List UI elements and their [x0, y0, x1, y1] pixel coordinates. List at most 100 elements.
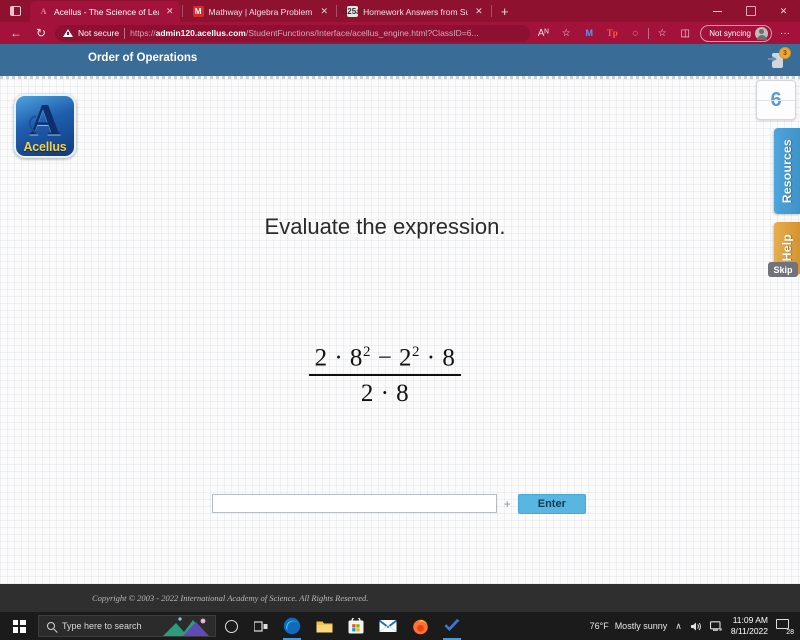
notification-count: 28 [785, 629, 795, 636]
notification-arrow-icon [768, 55, 777, 62]
acellus-logo[interactable]: A Acellus [14, 94, 76, 158]
omnibox-divider [124, 27, 126, 39]
notification-icon[interactable]: 3 [768, 47, 791, 71]
browser-tab-homework[interactable]: \u25a0 Homework Answers from Subjec ✕ [339, 1, 489, 22]
tp-extension-icon[interactable]: Tp [602, 24, 622, 42]
notification-center-icon [776, 619, 789, 629]
tab-separator [181, 5, 183, 17]
tab-actions-button[interactable] [0, 0, 30, 22]
tab-actions-icon [9, 6, 21, 16]
weather-description: Mostly sunny [614, 621, 668, 631]
favorites-icon[interactable]: ☆ [652, 24, 672, 42]
checkmark-icon [444, 619, 460, 631]
browser-tab-title: Homework Answers from Subjec [363, 6, 469, 17]
search-decoration-image [163, 617, 209, 636]
windows-taskbar: Type here to search 76°F Mostly sunny ∧ … [0, 612, 800, 640]
mathway-favicon-icon: M [192, 6, 204, 17]
refresh-button[interactable]: ↻ [30, 24, 52, 42]
profile-label: Not syncing [709, 28, 751, 38]
cortana-icon [224, 619, 238, 633]
copyright-text: Copyright © 2003 - 2022 International Ac… [92, 593, 369, 603]
resources-tab-label: Resources [780, 138, 794, 204]
resources-tab[interactable]: Resources [774, 128, 800, 214]
extension-icon[interactable]: ◌ [625, 24, 645, 42]
clock[interactable]: 11:09 AM 8/11/2022 [731, 615, 768, 637]
network-icon[interactable] [709, 620, 723, 632]
settings-more-icon[interactable]: ··· [775, 24, 795, 42]
fraction: 2 · 82 − 22 · 8 2 · 8 [308, 344, 462, 408]
tab-close-icon[interactable]: ✕ [475, 6, 483, 17]
taskbar-app-edge[interactable] [276, 612, 308, 640]
taskbar-app-firefox[interactable] [404, 612, 436, 640]
search-icon [47, 622, 55, 630]
browser-window: A Acellus - The Science of Learning ✕ M … [0, 0, 800, 612]
volume-icon[interactable] [690, 621, 702, 632]
minimize-button[interactable] [701, 0, 734, 22]
plus-icon: + [503, 496, 511, 511]
enter-button[interactable]: Enter [517, 493, 586, 514]
weather-widget[interactable]: 76°F Mostly sunny [590, 621, 668, 631]
edge-icon [283, 617, 301, 635]
lesson-header-bar: Order of Operations 3 [0, 44, 800, 79]
avatar [755, 26, 768, 40]
close-window-button[interactable]: ✕ [767, 0, 800, 22]
windows-logo-icon [12, 619, 26, 633]
collections-icon[interactable]: ◫ [675, 24, 695, 42]
page-footer: Copyright © 2003 - 2022 International Ac… [0, 584, 800, 612]
task-view-button[interactable] [246, 612, 276, 640]
maximize-restore-button[interactable] [734, 0, 767, 22]
problem-counter: 6 [756, 80, 796, 120]
tray-expand-icon[interactable]: ∧ [675, 621, 682, 632]
math-expression: 2 · 82 − 22 · 8 2 · 8 [0, 344, 770, 408]
address-bar: ← ↻ Not secure https://admin120.acellus.… [0, 22, 800, 44]
acellus-favicon-icon: A [40, 7, 47, 16]
read-aloud-icon[interactable]: Aᴺ [533, 24, 553, 42]
add-favorite-icon[interactable]: ☆ [556, 24, 576, 42]
tab-close-icon[interactable]: ✕ [166, 6, 174, 17]
acellus-wordmark: Acellus [23, 140, 67, 154]
taskbar-app-file-explorer[interactable] [308, 612, 340, 640]
browser-tab-acellus[interactable]: A Acellus - The Science of Learning ✕ [30, 1, 180, 22]
system-tray: 76°F Mostly sunny ∧ 11:09 AM 8/11/2022 2… [590, 615, 800, 637]
window-controls: ✕ [701, 0, 800, 22]
skip-button[interactable]: Skip [768, 262, 798, 277]
answer-row: + Enter [212, 493, 586, 514]
browser-tab-title: Acellus - The Science of Learning [54, 6, 159, 17]
omnibox[interactable]: Not secure https://admin120.acellus.com/… [55, 24, 531, 42]
taskbar-app-todo[interactable] [436, 612, 468, 640]
back-button[interactable]: ← [5, 24, 27, 42]
tab-separator [490, 5, 492, 17]
profile-button[interactable]: Not syncing [700, 24, 772, 42]
office-icon[interactable]: M [579, 24, 599, 42]
mail-icon [379, 619, 397, 633]
new-tab-button[interactable]: + [494, 1, 516, 22]
answer-input[interactable] [212, 494, 497, 513]
problem-counter-value: 6 [770, 88, 782, 111]
url-text: https://admin120.acellus.com/StudentFunc… [130, 28, 479, 38]
clock-date: 8/11/2022 [730, 626, 768, 636]
screen: A Acellus - The Science of Learning ✕ M … [0, 0, 800, 640]
search-placeholder: Type here to search [62, 621, 142, 631]
clock-time: 11:09 AM [732, 615, 768, 625]
start-button[interactable] [0, 612, 38, 640]
help-tab-label: Help [780, 234, 794, 262]
weather-temperature: 76°F [589, 621, 609, 631]
tab-close-icon[interactable]: ✕ [321, 6, 329, 17]
file-explorer-icon [316, 621, 332, 632]
taskbar-app-microsoft-store[interactable] [340, 612, 372, 640]
toolbar-divider [648, 27, 650, 39]
not-secure-label: Not secure [78, 28, 120, 38]
cortana-button[interactable] [216, 612, 246, 640]
task-view-icon [254, 620, 268, 632]
browser-tab-mathway[interactable]: M Mathway | Algebra Problem Solv ✕ [185, 1, 335, 22]
skip-button-label: Skip [773, 264, 793, 275]
taskbar-app-mail[interactable] [372, 612, 404, 640]
taskbar-search[interactable]: Type here to search [38, 615, 216, 637]
microsoft-store-icon [348, 618, 364, 634]
fraction-numerator: 2 · 82 − 22 · 8 [314, 344, 456, 372]
firefox-icon [412, 619, 428, 634]
notification-center-button[interactable]: 28 [776, 618, 795, 636]
tab-separator [336, 5, 338, 17]
homework-favicon-icon: \u25a0 [340, 6, 366, 17]
not-secure-warning-icon [63, 29, 73, 37]
